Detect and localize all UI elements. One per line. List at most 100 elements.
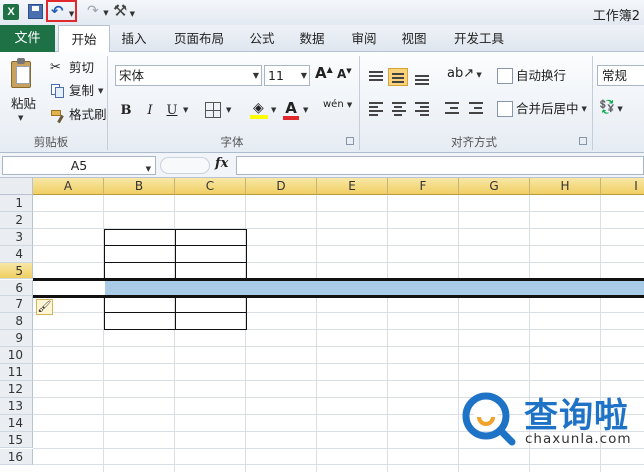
row-header-2[interactable]: 2 [0,211,33,229]
bordered-cell [104,312,176,330]
borders-icon[interactable] [205,102,221,118]
tab-view[interactable]: 视图 [392,25,436,52]
row-header-7[interactable]: 7 [0,296,33,314]
fill-color-dropdown-icon[interactable]: ▼ [271,106,276,114]
tab-formulas[interactable]: 公式 [240,25,284,52]
row-header-15[interactable]: 15 [0,431,33,449]
column-header-b[interactable]: B [104,178,175,195]
chevron-down-icon: ▼ [252,71,259,80]
underline-button[interactable]: U [164,102,180,120]
row-header-4[interactable]: 4 [0,245,33,263]
row-header-6[interactable]: 6 [0,279,33,297]
save-icon[interactable] [28,4,43,19]
column-header-e[interactable]: E [317,178,388,195]
customize-qat-icon[interactable]: ▼ [127,10,135,18]
orientation-dropdown-icon[interactable]: ▼ [474,71,481,79]
accounting-format-icon[interactable]: 💱 ▼ [599,100,623,115]
tab-file[interactable]: 文件 [0,25,55,52]
column-header-c[interactable]: C [175,178,246,195]
font-name-select[interactable]: 宋体 ▼ [115,65,262,86]
grow-font-button[interactable]: A▲ [315,64,333,82]
column-header-d[interactable]: D [246,178,317,195]
row-header-12[interactable]: 12 [0,380,33,398]
fill-color-icon[interactable]: ◈ [250,100,268,120]
column-header-a[interactable]: A [33,178,104,195]
orientation-icon[interactable]: ab↗ ▼ [447,66,482,81]
italic-button[interactable]: I [142,102,158,120]
formula-bar-splitter[interactable] [160,157,210,174]
paste-options-icon[interactable]: 🖌 [36,299,53,315]
row-header-16[interactable]: 16 [0,448,33,466]
active-cell-a5[interactable] [33,279,105,296]
font-color-dropdown-icon[interactable]: ▼ [303,106,308,114]
redo-dropdown-icon[interactable]: ▼ [103,9,108,17]
tab-review[interactable]: 审阅 [342,25,386,52]
column-header-h[interactable]: H [530,178,601,195]
accounting-dropdown-icon[interactable]: ▼ [615,105,622,113]
column-header-i[interactable]: I [601,178,644,195]
alignment-dialog-launcher-icon[interactable] [579,137,587,145]
align-top-icon[interactable] [366,68,386,86]
row-header-3[interactable]: 3 [0,228,33,246]
decrease-indent-icon[interactable] [442,99,462,117]
tab-developer[interactable]: 开发工具 [446,25,512,52]
align-left-icon[interactable] [366,99,386,117]
align-bottom-icon[interactable] [412,68,432,86]
undo-dropdown-icon[interactable]: ▼ [69,10,74,18]
row-header-1[interactable]: 1 [0,195,33,212]
undo-button[interactable]: ↶ ▼ [51,2,74,20]
group-separator [592,56,593,150]
row-header-14[interactable]: 14 [0,414,33,432]
paste-icon[interactable] [8,57,34,89]
copy-button[interactable]: 复制 ▼ [50,82,103,100]
tab-data[interactable]: 数据 [290,25,334,52]
shrink-font-button[interactable]: A▼ [337,67,352,81]
selected-row-highlight [105,279,644,296]
row-header-5[interactable]: 5 [0,262,33,280]
tab-insert[interactable]: 插入 [112,25,156,52]
row-header-11[interactable]: 11 [0,364,33,381]
cut-button[interactable]: ✂ 剪切 [50,59,94,77]
redo-button[interactable]: ↷ ▼ [87,3,109,19]
number-format-select[interactable]: 常规 [597,65,644,86]
align-center-icon[interactable] [389,99,409,117]
align-right-icon[interactable] [412,99,432,117]
name-box[interactable]: A5 ▼ [2,156,156,175]
wrap-text-button[interactable]: 自动换行 [497,67,566,85]
name-box-dropdown-icon[interactable]: ▼ [146,161,151,178]
merge-center-button[interactable]: 合并后居中 ▼ [497,100,587,118]
merge-center-label: 合并后居中 [516,101,579,116]
underline-dropdown-icon[interactable]: ▼ [183,106,188,114]
align-middle-icon[interactable] [388,68,408,86]
paste-dropdown-icon[interactable]: ▼ [18,114,23,122]
paste-button-label[interactable]: 粘贴 [11,93,36,112]
group-separator [359,56,360,150]
excel-logo-icon[interactable]: X [3,4,19,20]
merge-dropdown-icon[interactable]: ▼ [582,100,587,118]
font-color-icon[interactable]: A [283,99,299,121]
font-size-select[interactable]: 11 ▼ [264,65,310,86]
increase-indent-icon[interactable] [466,99,486,117]
column-header-g[interactable]: G [459,178,530,195]
column-header-f[interactable]: F [388,178,459,195]
borders-dropdown-icon[interactable]: ▼ [226,106,231,114]
phonetic-dropdown-icon[interactable]: ▼ [347,101,352,109]
row-header-13[interactable]: 13 [0,397,33,415]
format-painter-button[interactable]: 格式刷 [50,106,107,124]
insert-function-icon[interactable]: fx [215,156,228,171]
bold-button[interactable]: B [118,102,134,120]
redo-icon: ↷ [87,3,99,19]
row-header-8[interactable]: 8 [0,313,33,331]
tools-icon[interactable]: ⚒ ▼ [113,1,135,20]
row-header-9[interactable]: 9 [0,330,33,348]
formula-input[interactable] [236,156,644,175]
select-all-corner[interactable] [0,178,33,195]
tab-home[interactable]: 开始 [58,25,110,53]
phonetic-guide-button[interactable]: wén ▼ [323,99,352,110]
font-dialog-launcher-icon[interactable] [346,137,354,145]
copy-dropdown-icon[interactable]: ▼ [98,82,103,100]
group-separator [107,56,108,150]
merge-center-icon [497,101,513,117]
row-header-10[interactable]: 10 [0,347,33,364]
tab-page-layout[interactable]: 页面布局 [166,25,232,52]
